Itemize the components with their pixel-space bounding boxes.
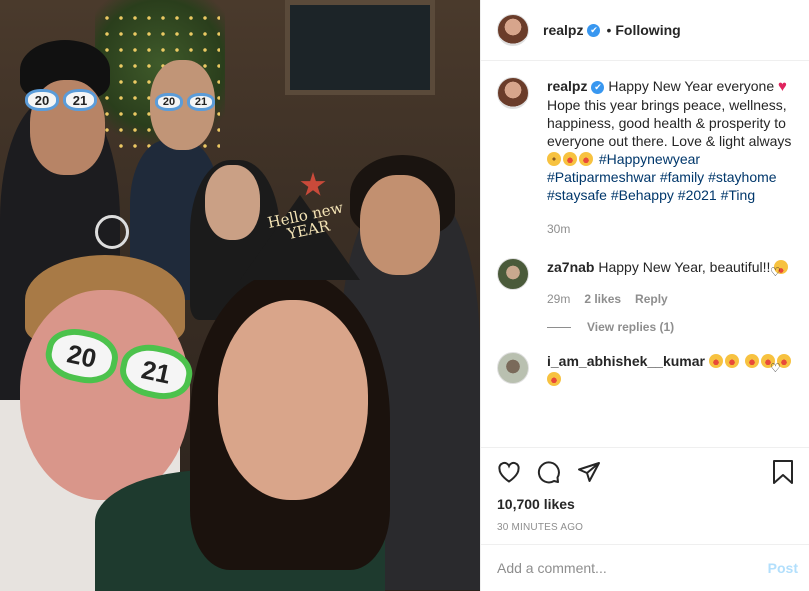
star-eyes-emoji-icon xyxy=(579,152,593,166)
post-button[interactable]: Post xyxy=(768,560,798,576)
shirt-logo xyxy=(95,215,129,249)
glasses-lens: 21 xyxy=(63,89,97,111)
caption-time[interactable]: 30m xyxy=(547,220,570,238)
comment-username[interactable]: za7nab xyxy=(547,259,594,275)
party-glasses: 20 21 xyxy=(155,93,215,111)
bookmark-icon[interactable] xyxy=(772,459,794,487)
separator-dot: • xyxy=(606,22,612,38)
verified-badge-icon: ✔ xyxy=(587,23,601,37)
reply-button[interactable]: Reply xyxy=(635,290,668,308)
hashtag[interactable]: #family xyxy=(660,169,704,185)
person-face xyxy=(360,175,440,275)
glasses-lens: 21 xyxy=(187,93,215,111)
header-username[interactable]: realpz xyxy=(543,22,583,38)
star-eyes-emoji-icon xyxy=(563,152,577,166)
comment: za7nab Happy New Year, beautiful!! 29m 2… xyxy=(497,258,794,308)
following-button[interactable]: Following xyxy=(615,22,680,38)
hashtag[interactable]: #Behappy xyxy=(611,187,674,203)
comment-text: Happy New Year, beautiful!! xyxy=(598,259,771,275)
avatar[interactable] xyxy=(497,352,529,384)
party-glasses: 20 21 xyxy=(25,89,97,111)
caption: realpz ✔ Happy New Year everyone ♥ Hope t… xyxy=(497,77,794,238)
verified-badge-icon: ✔ xyxy=(591,80,605,94)
post-actions: 10,700 likes 30 MINUTES AGO xyxy=(481,447,809,533)
comment-time[interactable]: 29m xyxy=(547,290,570,308)
comment: i_am_abhishek__kumar ♡ xyxy=(497,352,794,388)
glasses-lens: 20 xyxy=(25,89,59,111)
hashtag[interactable]: #2021 xyxy=(678,187,717,203)
comments-feed[interactable]: realpz ✔ Happy New Year everyone ♥ Hope t… xyxy=(481,61,809,447)
caption-text: Hope this year brings peace, wellness, h… xyxy=(547,97,792,149)
post-modal: Hello new YEAR 20 21 20 21 20 21 realpz … xyxy=(0,0,809,591)
star-eyes-emoji-icon xyxy=(724,354,739,368)
comment-icon[interactable] xyxy=(537,460,561,487)
red-heart-emoji-icon: ♥ xyxy=(778,78,787,95)
add-comment-bar: Post xyxy=(481,544,809,591)
avatar[interactable] xyxy=(497,258,529,290)
comment-likes[interactable]: 2 likes xyxy=(584,290,621,308)
paper-plane-icon[interactable] xyxy=(577,460,601,487)
comment-username[interactable]: i_am_abhishek__kumar xyxy=(547,353,705,369)
heart-icon[interactable] xyxy=(497,461,521,486)
caption-username[interactable]: realpz xyxy=(547,78,587,94)
view-replies-button[interactable]: View replies (1) xyxy=(547,320,794,334)
hashtag[interactable]: #Happynewyear xyxy=(599,151,700,167)
avatar[interactable] xyxy=(497,14,529,46)
star-eyes-emoji-icon xyxy=(744,354,759,368)
post-sidebar: realpz ✔ • Following realpz ✔ Happy New Y… xyxy=(480,0,809,591)
post-header: realpz ✔ • Following xyxy=(481,0,809,61)
person-face xyxy=(205,165,260,240)
replies-divider xyxy=(547,326,571,328)
avatar[interactable] xyxy=(497,77,529,109)
like-comment-heart-icon[interactable]: ♡ xyxy=(770,362,782,374)
hashtag[interactable]: #staysafe xyxy=(547,187,607,203)
post-photo[interactable]: Hello new YEAR 20 21 20 21 20 21 xyxy=(0,0,480,591)
like-comment-heart-icon[interactable]: ♡ xyxy=(770,266,782,278)
hashtag[interactable]: #Ting xyxy=(721,187,756,203)
likes-count[interactable]: 10,700 likes xyxy=(497,496,794,512)
star-eyes-emoji-icon xyxy=(547,372,561,386)
monocle-emoji-icon xyxy=(547,152,561,166)
hashtag[interactable]: #Patiparmeshwar xyxy=(547,169,656,185)
add-comment-input[interactable] xyxy=(497,560,768,576)
photo-window xyxy=(285,0,435,95)
person-face xyxy=(218,300,368,500)
caption-text-line1: Happy New Year everyone xyxy=(608,78,775,94)
hashtag[interactable]: #stayhome xyxy=(708,169,776,185)
post-timestamp[interactable]: 30 MINUTES AGO xyxy=(497,522,794,533)
view-replies-label: View replies (1) xyxy=(587,320,675,334)
star-eyes-emoji-icon xyxy=(708,354,723,368)
glasses-lens: 20 xyxy=(155,93,183,111)
